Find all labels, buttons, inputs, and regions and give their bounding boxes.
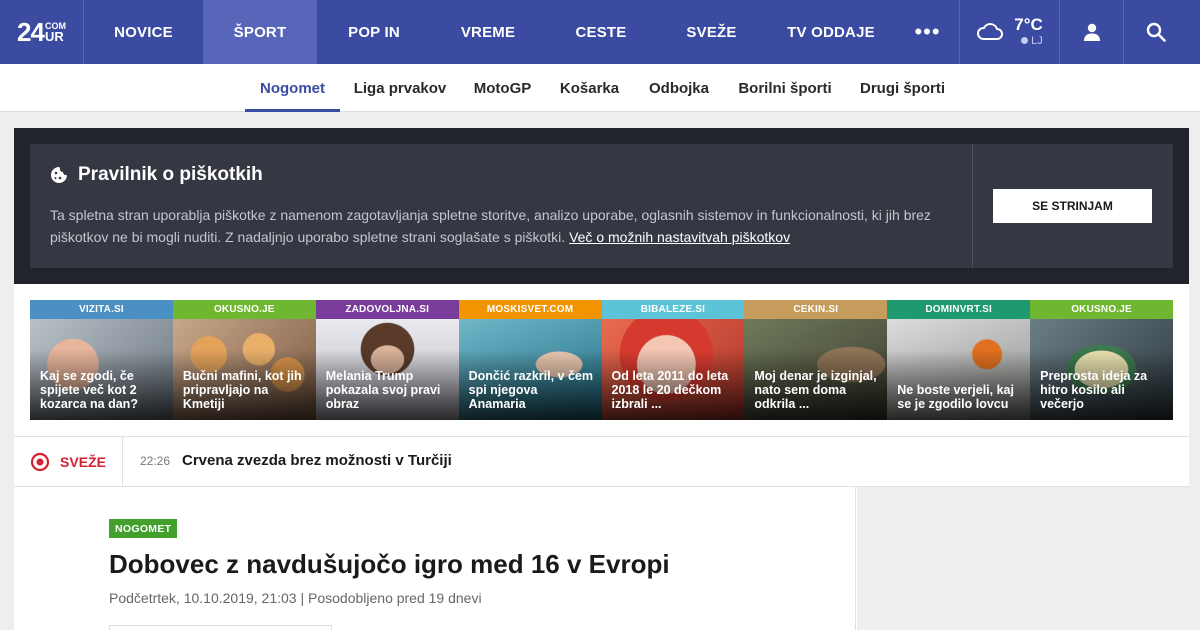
partner-story-title: Melania Trump pokazala svoj pravi obraz bbox=[325, 369, 441, 411]
nav-item-tv-oddaje[interactable]: TV ODDAJE bbox=[766, 0, 896, 64]
partner-source-label: DOMINVRT.SI bbox=[887, 300, 1031, 319]
partner-story-card[interactable]: CEKIN.SI Moj denar je izginjal, nato sem … bbox=[744, 300, 888, 420]
cookie-icon bbox=[51, 167, 67, 183]
subnav-item-odbojka[interactable]: Odbojka bbox=[634, 64, 724, 112]
article-title: Dobovec z navdušujočo igro med 16 v Evro… bbox=[109, 549, 670, 579]
weather-location: LJ bbox=[1021, 34, 1043, 48]
cookie-settings-link[interactable]: Več o možnih nastavitvah piškotkov bbox=[569, 229, 790, 245]
partner-story-card[interactable]: BIBALEZE.SI Od leta 2011 do leta 2018 le … bbox=[601, 300, 745, 420]
partner-story-card[interactable]: VIZITA.SI Kaj se zgodi, če spijete več ko… bbox=[30, 300, 173, 420]
article-header: NOGOMET Dobovec z navdušujočo igro med 1… bbox=[14, 487, 856, 630]
partner-story-card[interactable]: OKUSNO.JE Preprosta ideja za hitro kosilo… bbox=[1030, 300, 1173, 420]
cookie-divider bbox=[972, 144, 973, 268]
search-button[interactable] bbox=[1124, 0, 1188, 64]
subnav-item-motogp[interactable]: MotoGP bbox=[460, 64, 545, 112]
target-icon bbox=[30, 452, 50, 471]
partner-source-label: OKUSNO.JE bbox=[1030, 300, 1173, 319]
latest-news-headline[interactable]: Crvena zvezda brez možnosti v Turčiji bbox=[182, 452, 452, 469]
latest-news-time: 22:26 bbox=[140, 454, 171, 468]
partner-story-title: Preprosta ideja za hitro kosilo ali veče… bbox=[1040, 369, 1148, 411]
partner-source-label: MOSKISVET.COM bbox=[458, 300, 602, 319]
partner-story-card[interactable]: OKUSNO.JE Bučni mafini, kot jih pripravlj… bbox=[172, 300, 316, 420]
latest-news-label: SVEŽE bbox=[14, 437, 123, 486]
subnav-item-drugi-sporti[interactable]: Drugi športi bbox=[846, 64, 959, 112]
partner-source-label: CEKIN.SI bbox=[744, 300, 888, 319]
partner-source-label: ZADOVOLJNA.SI bbox=[315, 300, 459, 319]
latest-news-label-text: SVEŽE bbox=[60, 453, 106, 470]
more-menu-button[interactable]: ••• bbox=[896, 0, 960, 64]
logo[interactable]: 24 COM UR bbox=[0, 0, 84, 64]
nav-item-vreme[interactable]: VREME bbox=[431, 0, 545, 64]
nav-item-sveze[interactable]: SVEŽE bbox=[657, 0, 766, 64]
main-nav: NOVICE ŠPORT POP IN VREME CESTE SVEŽE TV ODDAJ… bbox=[84, 0, 896, 64]
subnav-item-kosarka[interactable]: Košarka bbox=[545, 64, 634, 112]
logo-number: 24 bbox=[17, 17, 45, 47]
partner-story-title: Dončić razkril, v čem spi njegova Anamar… bbox=[468, 369, 593, 411]
partner-story-card[interactable]: MOSKISVET.COM Dončić razkril, v čem spi n… bbox=[458, 300, 602, 420]
subnav-item-nogomet[interactable]: Nogomet bbox=[245, 64, 340, 112]
latest-news-ticker: SVEŽE 22:26 Crvena zvezda brez možnosti … bbox=[14, 436, 1189, 487]
user-account-button[interactable] bbox=[1060, 0, 1124, 64]
partner-story-title: Moj denar je izginjal, nato sem doma odk… bbox=[754, 369, 877, 411]
more-icon: ••• bbox=[914, 19, 941, 44]
cookie-banner: Pravilnik o piškotkih Ta spletna stran u… bbox=[14, 128, 1189, 284]
partner-source-label: OKUSNO.JE bbox=[172, 300, 316, 319]
partner-story-card[interactable]: DOMINVRT.SI Ne boste verjeli, kaj se je z… bbox=[887, 300, 1031, 420]
accept-cookies-button[interactable]: SE STRINJAM bbox=[993, 189, 1152, 223]
partner-story-title: Bučni mafini, kot jih pripravljajo na Km… bbox=[182, 369, 302, 411]
logo-bottom-text: UR bbox=[44, 28, 64, 44]
article-meta: Podčetrtek, 10.10.2019, 21:03 | Posodobl… bbox=[109, 590, 482, 606]
weather-temperature: 7°C bbox=[1014, 15, 1043, 34]
cookie-description: Ta spletna stran uporablja piškotke z na… bbox=[50, 204, 950, 248]
partner-story-title: Ne boste verjeli, kaj se je zgodilo lovc… bbox=[897, 383, 1014, 411]
partner-story-card[interactable]: ZADOVOLJNA.SI Melania Trump pokazala svoj… bbox=[315, 300, 459, 420]
subnav-item-borilni-sporti[interactable]: Borilni športi bbox=[724, 64, 846, 112]
sub-navigation: Nogomet Liga prvakov MotoGP Košarka Odbojka B… bbox=[0, 64, 1200, 112]
weather-widget[interactable]: 7°C LJ bbox=[960, 0, 1060, 64]
subnav-item-liga-prvakov[interactable]: Liga prvakov bbox=[340, 64, 460, 112]
nav-item-ceste[interactable]: CESTE bbox=[545, 0, 657, 64]
nav-item-sport[interactable]: ŠPORT bbox=[203, 0, 317, 64]
sidebar-ad-area bbox=[857, 487, 1189, 630]
user-icon bbox=[1083, 23, 1100, 41]
location-dot-icon bbox=[1021, 37, 1029, 44]
partner-story-title: Od leta 2011 do leta 2018 le 20 dečkom i… bbox=[611, 369, 729, 411]
nav-item-pop-in[interactable]: POP IN bbox=[317, 0, 431, 64]
article-category-tag[interactable]: NOGOMET bbox=[109, 519, 178, 538]
cookie-title-text: Pravilnik o piškotkih bbox=[78, 164, 263, 185]
main-content-card: Pravilnik o piškotkih Ta spletna stran u… bbox=[14, 128, 1189, 630]
cookie-description-text: Ta spletna stran uporablja piškotke z na… bbox=[50, 207, 931, 245]
nav-item-novice[interactable]: NOVICE bbox=[84, 0, 203, 64]
cloud-icon bbox=[977, 23, 1004, 40]
partner-stories-strip: VIZITA.SI Kaj se zgodi, če spijete več ko… bbox=[30, 300, 1173, 420]
cookie-banner-panel: Pravilnik o piškotkih Ta spletna stran u… bbox=[30, 144, 1173, 268]
partner-source-label: BIBALEZE.SI bbox=[601, 300, 745, 319]
partner-source-label: VIZITA.SI bbox=[30, 300, 173, 319]
cookie-title: Pravilnik o piškotkih bbox=[50, 164, 263, 186]
top-navigation-bar: 24 COM UR NOVICE ŠPORT POP IN VREME CESTE SVE… bbox=[0, 0, 1200, 64]
share-bar[interactable] bbox=[109, 625, 332, 630]
partner-story-title: Kaj se zgodi, če spijete več kot 2 kozar… bbox=[40, 369, 138, 411]
search-icon bbox=[1146, 22, 1166, 42]
weather-location-label: LJ bbox=[1031, 35, 1043, 47]
